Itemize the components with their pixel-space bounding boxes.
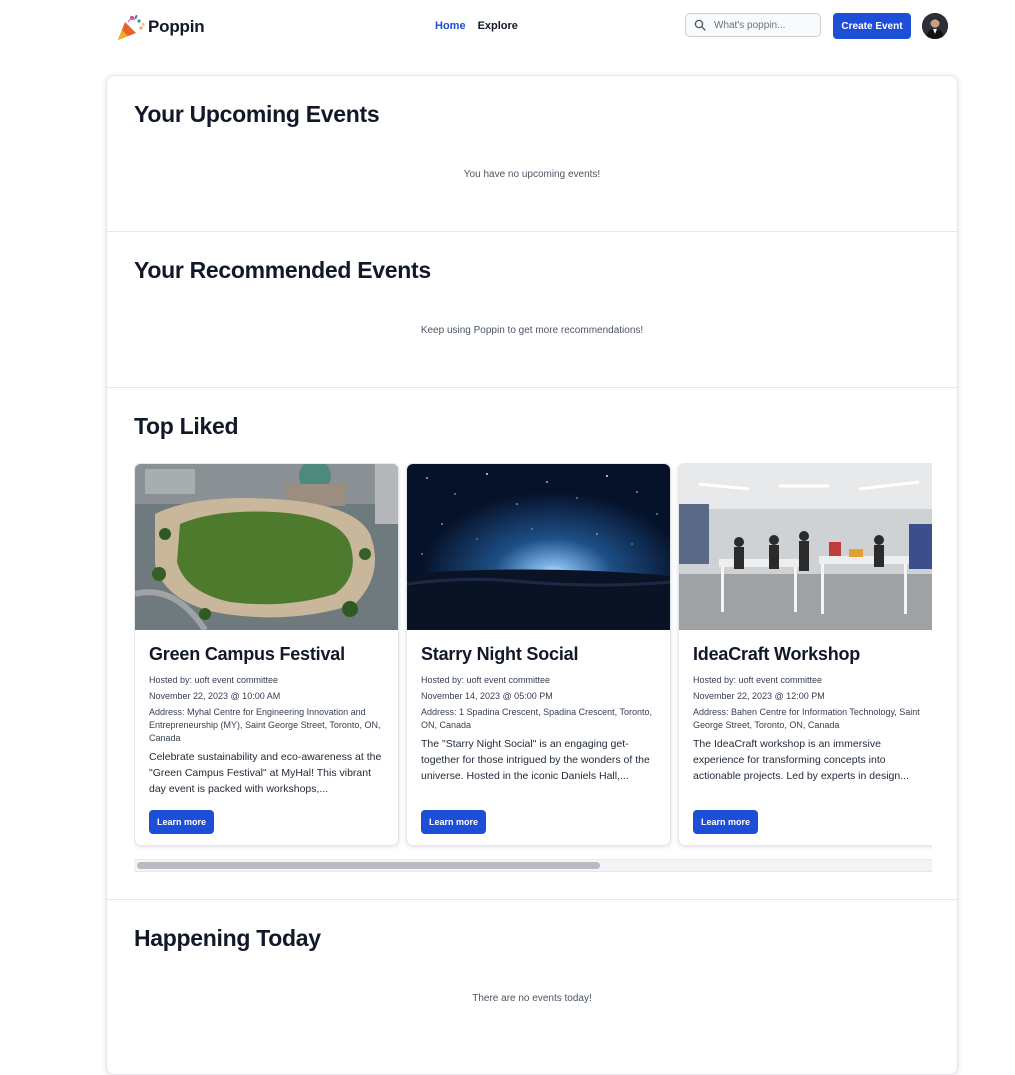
event-datetime: November 22, 2023 @ 10:00 AM [149,691,281,701]
event-image-starry-night [407,464,670,630]
poppin-logo[interactable]: Poppin [116,12,205,42]
top-liked-title: Top Liked [134,413,239,439]
learn-more-button[interactable]: Learn more [149,810,215,834]
today-empty-message: There are no events today! [472,993,592,1004]
event-card-body: Green Campus Festival Hosted by: uoft ev… [149,644,385,797]
event-title: Starry Night Social [421,644,579,664]
user-avatar[interactable] [922,13,948,39]
avatar-image [922,13,948,39]
upcoming-events-title: Your Upcoming Events [134,101,380,127]
event-host: Hosted by: uoft event committee [421,675,551,685]
event-card[interactable]: IdeaCraft Workshop Hosted by: uoft event… [678,463,932,846]
top-nav-bar: Poppin Home Explore Create Event [0,0,1015,54]
search-input[interactable] [712,18,816,32]
main-content-panel: Your Upcoming Events You have no upcomin… [106,75,958,1075]
event-title: IdeaCraft Workshop [693,644,861,664]
learn-more-button[interactable]: Learn more [421,810,487,834]
event-title: Green Campus Festival [149,644,345,664]
event-address: Address: Myhal Centre for Engineering In… [149,707,381,743]
party-popper-icon [118,14,145,40]
create-event-button[interactable]: Create Event [833,13,911,39]
event-image-ideacraft [679,464,932,630]
event-datetime: November 22, 2023 @ 12:00 PM [693,691,825,701]
event-image-green-campus [135,464,398,630]
recommended-events-title: Your Recommended Events [134,257,431,283]
event-card[interactable]: Green Campus Festival Hosted by: uoft ev… [134,463,399,846]
main-nav: Home Explore [435,20,518,32]
event-address: Address: 1 Spadina Crescent, Spadina Cre… [421,707,652,730]
recommended-events-section: Your Recommended Events Keep using Poppi… [107,231,957,388]
top-liked-carousel[interactable]: Green Campus Festival Hosted by: uoft ev… [134,463,932,873]
happening-today-title: Happening Today [134,925,321,951]
event-description: The "Starry Night Social" is an engaging… [421,738,650,782]
nav-home-link[interactable]: Home [435,20,466,32]
event-card[interactable]: Starry Night Social Hosted by: uoft even… [406,463,671,846]
carousel-scrollbar[interactable] [134,859,932,872]
event-datetime: November 14, 2023 @ 05:00 PM [421,691,553,701]
event-description: Celebrate sustainability and eco-awarene… [149,751,382,795]
carousel-scrollbar-thumb[interactable] [137,862,600,869]
learn-more-button[interactable]: Learn more [693,810,759,834]
search-box [685,13,821,37]
search-icon [694,19,706,31]
upcoming-empty-message: You have no upcoming events! [463,169,601,180]
event-card-body: IdeaCraft Workshop Hosted by: uoft event… [693,644,929,784]
upcoming-events-section: Your Upcoming Events You have no upcomin… [107,76,957,232]
event-host: Hosted by: uoft event committee [693,675,823,685]
app-name: Poppin [148,17,205,36]
nav-explore-link[interactable]: Explore [478,20,518,32]
event-host: Hosted by: uoft event committee [149,675,279,685]
event-card-body: Starry Night Social Hosted by: uoft even… [421,644,657,784]
recommended-empty-message: Keep using Poppin to get more recommenda… [420,325,644,336]
event-description: The IdeaCraft workshop is an immersive e… [693,738,909,782]
event-address: Address: Bahen Centre for Information Te… [693,707,920,730]
